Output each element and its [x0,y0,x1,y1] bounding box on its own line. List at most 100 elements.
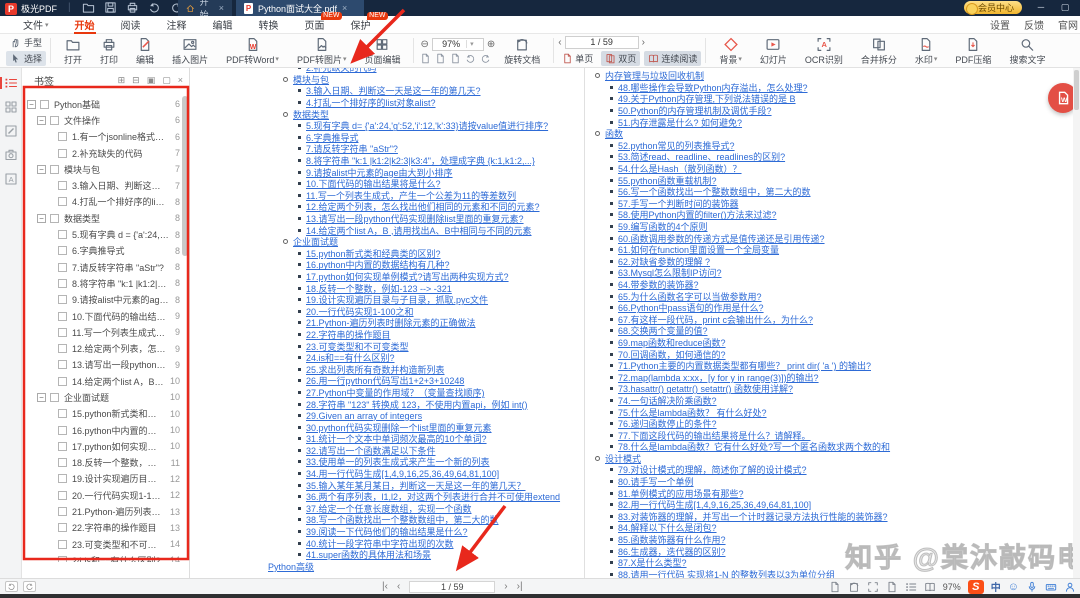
ime-voice-icon[interactable] [1026,581,1038,593]
double-page-icon[interactable] [924,581,936,593]
expand-all-icon[interactable]: ⊞ [118,75,126,86]
bookmark-checkbox[interactable] [58,376,67,386]
next-page-button[interactable]: › [504,581,507,592]
bookmark-tree-row[interactable]: 20.一行代码实现1-100之和 12 [25,487,180,503]
toolbar-merge-split-button[interactable]: 合并拆分 [852,34,906,67]
bookmark-checkbox[interactable] [58,327,67,337]
bookmark-checkbox[interactable] [58,278,67,288]
toc-item-link[interactable]: 51.内存泄露是什么? 如何避免? [618,116,742,129]
menu-item-protect[interactable]: 保护 NEW [338,11,388,34]
bookmark-checkbox[interactable] [58,458,67,468]
bookmark-checkbox[interactable] [40,99,49,109]
toc-root-link[interactable]: Python高级 [268,560,314,573]
toc-item-link[interactable]: 29.Given an array of integers [306,411,422,421]
bookmark-tree-row[interactable]: 2.补充缺失的代码 7 [25,145,180,161]
bookmark-tree-row[interactable]: 4.打乱一个排好序的list对象al... 8 [25,194,180,210]
rotate-left-icon[interactable] [465,53,476,64]
bookmark-tree-row[interactable]: 1.有一个jsonline格式的文件f... 6 [25,129,180,145]
toolbar-print-button[interactable]: 打印 [91,34,127,67]
menu-link-website[interactable]: 官网 [1058,16,1078,34]
bookmark-tree-row[interactable]: − Python基础 6 [25,96,180,112]
toc-item-link[interactable]: 88.请用一行代码 实现将1-N 的整数列表以3为单位分组 [618,568,835,578]
first-page-button[interactable]: |‹ [382,581,388,592]
hand-tool-button[interactable]: 手型 [6,35,46,50]
bookmark-tree-row[interactable]: 15.python新式类和经典类... 10 [25,406,180,422]
rotate-document-button[interactable]: 旋转文档 [495,34,549,67]
ime-keyboard-icon[interactable] [1045,581,1057,593]
sogou-ime-icon[interactable]: S [967,579,984,594]
bookmark-checkbox[interactable] [58,246,67,256]
bookmark-checkbox[interactable] [58,523,67,533]
bookmark-tree-row[interactable]: 11.写一个列表生成式，产生... 9 [25,324,180,340]
collapse-node-icon[interactable]: − [37,213,46,223]
bookmark-tree-row[interactable]: 18.反转一个整数，例如-123... 11 [25,455,180,471]
toolbar-open-button[interactable]: 打开 [55,34,91,67]
bookmark-checkbox[interactable] [58,181,67,191]
tab-home[interactable]: 开始 × [178,0,232,20]
open-file-icon[interactable] [82,1,95,14]
bookmark-tree-row[interactable]: 5.现有字典 d = {'a':24,'g':52,... 8 [25,226,180,242]
single-page-button[interactable]: 单页 [558,51,597,66]
page-number-input[interactable]: 1 / 59 [564,35,639,49]
bookmark-checkbox[interactable] [58,230,67,240]
menu-link-feedback[interactable]: 反馈 [1024,16,1044,34]
bookmark-checkbox[interactable] [58,425,67,435]
toolbar-watermark-button[interactable]: 水印 ▾ [906,34,947,67]
bookmark-tree-row[interactable]: 12.给定两个列表，怎么找出... 9 [25,340,180,356]
fit-page-icon[interactable] [435,53,446,64]
bookmark-tree-row[interactable]: 8.将字符串 "k:1 |k1:2|k2:3|k... 8 [25,275,180,291]
select-tool-button[interactable]: 选择 [6,51,47,66]
continuous-view-icon[interactable] [905,581,917,593]
toolbar-slideshow-button[interactable]: 幻灯片 [751,34,796,67]
bookmark-checkbox[interactable] [58,441,67,451]
panel-thumbnails-icon[interactable] [4,100,18,114]
collapse-all-icon[interactable]: ⊟ [132,75,140,86]
delete-bookmark-icon[interactable]: ▢ [162,75,171,86]
toolbar-background-button[interactable]: 背景 ▾ [710,34,751,67]
ime-emoji-icon[interactable]: ☺ [1008,581,1019,593]
bookmark-tree-row[interactable]: 14.给定两个list A，B ,请用... 10 [25,373,180,389]
menu-item-edit[interactable]: 编辑 [200,16,246,34]
toc-item-link[interactable]: 14.给定两个list A，B ,请用找出A、B中相同与不同的元素 [306,224,532,237]
ime-language-toggle[interactable]: 中 [991,579,1001,594]
bookmark-checkbox[interactable] [58,409,67,419]
print-icon[interactable] [126,1,139,14]
bookmark-tree-row[interactable]: 3.输入日期、判断这一天是... 7 [25,177,180,193]
tab-close-icon[interactable]: × [219,3,224,13]
menu-item-file[interactable]: 文件 ▾ [10,16,62,34]
maximize-button[interactable]: ▢ [1054,0,1076,16]
menu-item-read[interactable]: 阅读 [108,16,154,34]
bookmark-checkbox[interactable] [58,311,67,321]
toolbar-ocr-button[interactable]: A OCR识别 [796,34,852,67]
sidebar-scrollbar[interactable] [182,96,188,256]
menu-link-settings[interactable]: 设置 [990,16,1010,34]
previous-page-button[interactable]: ‹ [558,37,561,48]
bookmark-tree-row[interactable]: − 企业面试题 10 [25,389,180,405]
previous-page-button[interactable]: ‹ [397,581,400,592]
collapse-node-icon[interactable]: − [27,99,36,109]
panel-attachments-icon[interactable]: A [4,172,18,186]
double-page-button[interactable]: 双页 [601,50,641,66]
tab-close-icon[interactable]: × [342,3,347,13]
bookmark-checkbox[interactable] [58,507,67,517]
bookmark-checkbox[interactable] [58,539,67,549]
bookmark-checkbox[interactable] [50,164,59,174]
minimize-button[interactable]: ─ [1030,0,1052,16]
tab-document[interactable]: P Python面试大全.pdf × [236,0,364,16]
bookmark-tree-row[interactable]: 17.python如何实现单例模... 10 [25,438,180,454]
status-page-input[interactable]: 1 / 59 [409,580,496,593]
bookmark-tree-row[interactable]: − 文件操作 6 [25,112,180,128]
ime-account-icon[interactable] [1064,581,1076,593]
bookmark-tree-row[interactable]: − 数据类型 8 [25,210,180,226]
bookmark-checkbox[interactable] [58,360,67,370]
collapse-node-icon[interactable]: − [37,164,46,174]
bookmark-tree-row[interactable]: 10.下面代码的输出结果将是... 9 [25,308,180,324]
add-bookmark-icon[interactable]: ▣ [147,75,156,86]
rotate-view-icon[interactable] [848,581,860,593]
zoom-out-button[interactable]: ⊖ [420,39,428,50]
zoom-in-button[interactable]: ⊕ [487,39,495,50]
bookmark-checkbox[interactable] [50,115,59,125]
undo-icon[interactable] [148,1,161,14]
bookmark-tree-row[interactable]: 6.字典推导式 8 [25,243,180,259]
bookmark-checkbox[interactable] [58,344,67,354]
